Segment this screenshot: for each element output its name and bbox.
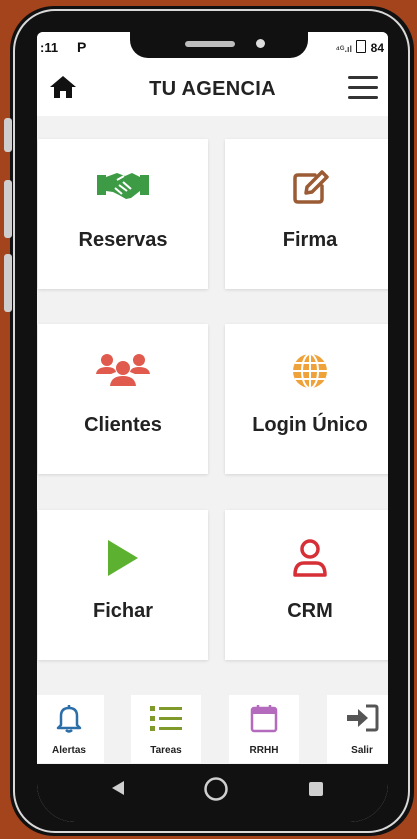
- nav-label: Salir: [351, 745, 373, 756]
- speaker: [185, 41, 235, 47]
- tile-reservas[interactable]: Reservas: [38, 139, 208, 289]
- tile-label: Fichar: [92, 600, 154, 622]
- nav-label: RRHH: [249, 745, 279, 756]
- tile-label: Firma: [282, 229, 338, 251]
- list-icon: [131, 703, 201, 733]
- play-icon: [38, 538, 208, 576]
- nav-rrhh[interactable]: RRHH: [229, 695, 299, 763]
- tile-login-unico[interactable]: Login Único: [225, 324, 388, 474]
- tile-label: Reservas: [78, 229, 168, 251]
- system-nav-bar: [37, 764, 388, 822]
- tile-clientes[interactable]: Clientes: [38, 324, 208, 474]
- nav-label: Tareas: [150, 745, 182, 756]
- side-button: [4, 118, 12, 152]
- tile-firma[interactable]: Firma: [225, 139, 388, 289]
- hamburger-menu-icon[interactable]: [348, 76, 378, 99]
- side-button: [4, 254, 12, 312]
- phone-screen: :11 P ⁴ᴳ.ıl 84 TU AGENCIA Reservas Firma…: [37, 32, 388, 822]
- tile-label: Login Único: [252, 414, 368, 436]
- nav-salir[interactable]: Salir: [327, 695, 388, 763]
- notch: [130, 32, 308, 58]
- bottom-nav: Alertas Tareas RRHH Salir: [37, 692, 388, 764]
- users-icon: [38, 352, 208, 388]
- app-header: TU AGENCIA: [37, 58, 388, 116]
- globe-icon: [225, 352, 388, 389]
- user-icon: [225, 538, 388, 577]
- status-right: ⁴ᴳ.ıl 84: [335, 40, 384, 55]
- side-button: [4, 180, 12, 238]
- calendar-icon: [229, 703, 299, 733]
- bell-icon: [37, 703, 104, 733]
- recents-icon[interactable]: [307, 780, 325, 803]
- tile-label: CRM: [287, 600, 333, 622]
- tile-label: Clientes: [84, 414, 162, 436]
- home-circle-icon[interactable]: [203, 776, 229, 807]
- signal-icon: ⁴ᴳ.ıl: [335, 44, 352, 54]
- handshake-icon: [38, 167, 208, 203]
- app-indicator: P: [77, 39, 87, 55]
- edit-icon: [225, 167, 388, 204]
- sign-in-icon: [327, 703, 388, 733]
- battery-icon: [356, 40, 367, 53]
- page-title: TU AGENCIA: [149, 78, 276, 100]
- nav-alertas[interactable]: Alertas: [37, 695, 104, 763]
- nav-label: Alertas: [52, 745, 86, 756]
- tile-crm[interactable]: CRM: [225, 510, 388, 660]
- status-time: :11: [40, 40, 59, 55]
- back-icon[interactable]: [109, 778, 127, 803]
- tile-fichar[interactable]: Fichar: [38, 510, 208, 660]
- battery-level: 84: [370, 41, 384, 55]
- camera: [256, 39, 265, 48]
- nav-tareas[interactable]: Tareas: [131, 695, 201, 763]
